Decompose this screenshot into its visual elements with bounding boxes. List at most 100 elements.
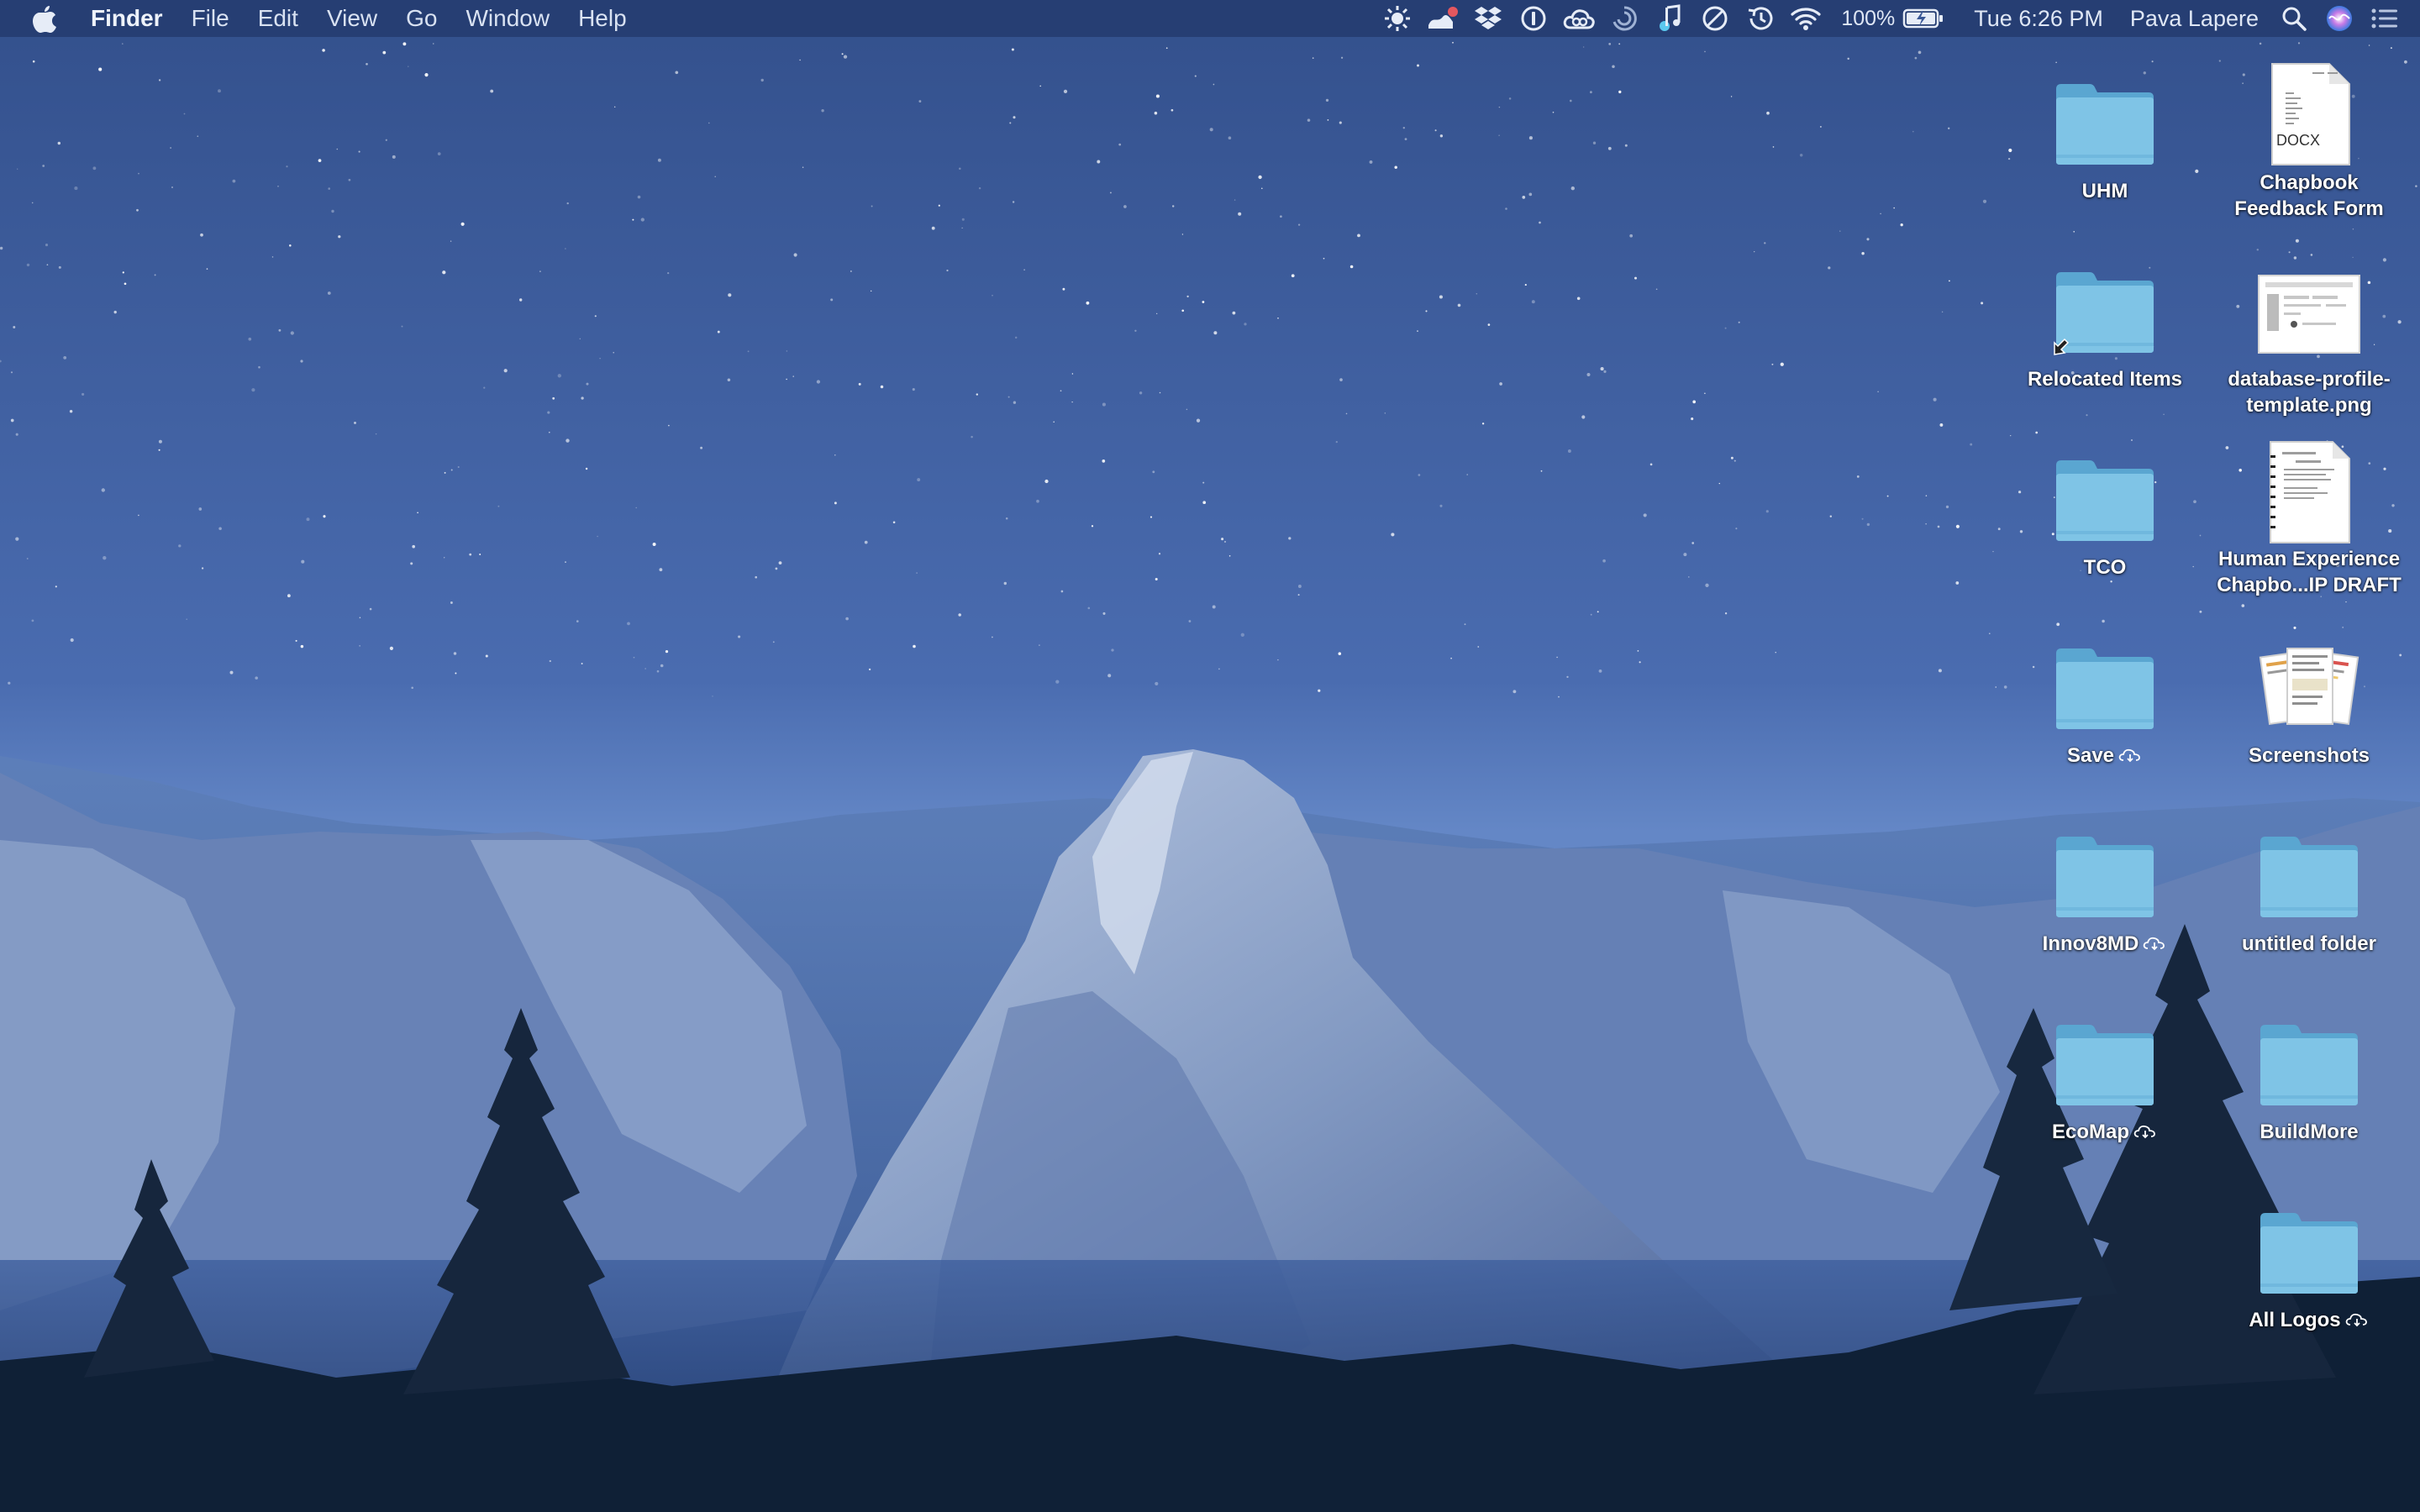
desktop-item-tco[interactable]: TCO: [2004, 435, 2206, 580]
star: [1339, 121, 1342, 124]
star: [633, 656, 635, 659]
star: [1498, 106, 1501, 108]
desktop-item-untitled-folder[interactable]: untitled folder: [2208, 811, 2410, 957]
star: [1558, 696, 1560, 698]
star: [306, 517, 310, 522]
star: [424, 73, 429, 77]
star: [31, 202, 34, 204]
user-name[interactable]: Pava Lapere: [2130, 0, 2259, 37]
star: [271, 256, 274, 258]
notification-center-icon[interactable]: [2368, 0, 2402, 37]
desktop-item-human-experience-chapbook[interactable]: Human Experience Chapbo...IP DRAFT: [2208, 427, 2410, 598]
wifi-icon[interactable]: [1789, 0, 1823, 37]
star: [1439, 134, 1444, 138]
star: [1540, 470, 1543, 472]
star: [2199, 610, 2202, 613]
star: [728, 293, 732, 297]
star: [1212, 605, 1216, 609]
star: [1583, 46, 1585, 48]
desktop-item-uhm[interactable]: UHM: [2004, 59, 2206, 204]
star: [1839, 230, 1841, 232]
1password-icon[interactable]: [1517, 0, 1550, 37]
star: [1512, 690, 1517, 694]
desktop-item-relocated-items[interactable]: Relocated Items: [2004, 247, 2206, 392]
star: [8, 681, 11, 685]
desktop-item-screenshots[interactable]: Screenshots: [2208, 623, 2410, 769]
star: [668, 424, 670, 427]
star: [667, 271, 670, 275]
star: [657, 158, 661, 162]
menu-window[interactable]: Window: [466, 0, 550, 37]
star: [1847, 57, 1849, 60]
star: [45, 244, 49, 247]
star: [455, 672, 457, 675]
star: [660, 664, 664, 668]
star: [644, 668, 646, 669]
star: [1780, 362, 1784, 366]
sun-icon[interactable]: [1381, 0, 1414, 37]
desktop-item-chapbook-feedback-form[interactable]: DOCX Chapbook Feedback Form: [2208, 50, 2410, 222]
star: [714, 176, 716, 177]
do-not-disturb-icon[interactable]: [1698, 0, 1732, 37]
siri-icon[interactable]: [2323, 0, 2356, 37]
star: [218, 89, 221, 93]
star: [1213, 331, 1218, 335]
star: [1055, 680, 1060, 684]
menu-edit[interactable]: Edit: [258, 0, 298, 37]
apple-logo-icon[interactable]: [32, 3, 62, 34]
star: [1280, 215, 1282, 218]
desktop-item-innov8md[interactable]: Innov8MD: [2004, 811, 2206, 957]
star: [453, 652, 457, 655]
menu-help[interactable]: Help: [578, 0, 627, 37]
star: [1704, 50, 1706, 53]
sync-icon[interactable]: [1607, 0, 1641, 37]
menu-finder[interactable]: Finder: [91, 0, 163, 37]
star: [581, 396, 584, 400]
app-badge-icon[interactable]: [1426, 0, 1460, 37]
battery-icon[interactable]: [1902, 0, 1945, 37]
star: [1404, 138, 1407, 140]
spotlight-icon[interactable]: [2277, 0, 2311, 37]
creative-cloud-icon[interactable]: [1562, 0, 1596, 37]
star: [1476, 292, 1478, 295]
star: [1586, 372, 1591, 377]
desktop-item-buildmore[interactable]: BuildMore: [2208, 1000, 2410, 1145]
item-label: Innov8MD: [2042, 932, 2139, 955]
dropbox-icon[interactable]: [1471, 0, 1505, 37]
music-app-icon[interactable]: [1653, 0, 1686, 37]
item-label: Chapbook Feedback Form: [2234, 171, 2384, 220]
time-machine-icon[interactable]: [1744, 0, 1777, 37]
star: [793, 253, 797, 257]
star: [113, 310, 117, 314]
star: [485, 654, 488, 658]
folder-icon: [2050, 623, 2160, 732]
star: [1552, 111, 1555, 113]
menu-go[interactable]: Go: [406, 0, 437, 37]
desktop-item-database-profile-template[interactable]: database-profile- template.png: [2208, 247, 2410, 418]
star: [830, 298, 834, 302]
menu-file[interactable]: File: [192, 0, 229, 37]
star: [1071, 373, 1074, 375]
desktop-item-ecomap[interactable]: EcoMap: [2004, 1000, 2206, 1145]
star: [200, 233, 203, 237]
desktop-item-save[interactable]: Save: [2004, 623, 2206, 769]
star: [1718, 482, 1721, 485]
star: [198, 507, 203, 511]
star: [1209, 128, 1213, 132]
menu-view[interactable]: View: [327, 0, 377, 37]
document-file-icon: [2254, 427, 2364, 544]
folder-icon: [2254, 811, 2364, 921]
star: [1102, 612, 1106, 615]
star: [1629, 234, 1634, 238]
clock[interactable]: Tue 6:26 PM: [1974, 0, 2103, 37]
star: [1914, 56, 1918, 60]
star: [2352, 228, 2354, 230]
star: [1394, 165, 1397, 170]
star: [1202, 301, 1205, 303]
star: [992, 636, 993, 638]
star: [802, 166, 804, 168]
star: [497, 505, 500, 507]
desktop-item-all-logos[interactable]: All Logos: [2208, 1188, 2410, 1333]
star: [1528, 136, 1533, 140]
star: [585, 467, 588, 470]
